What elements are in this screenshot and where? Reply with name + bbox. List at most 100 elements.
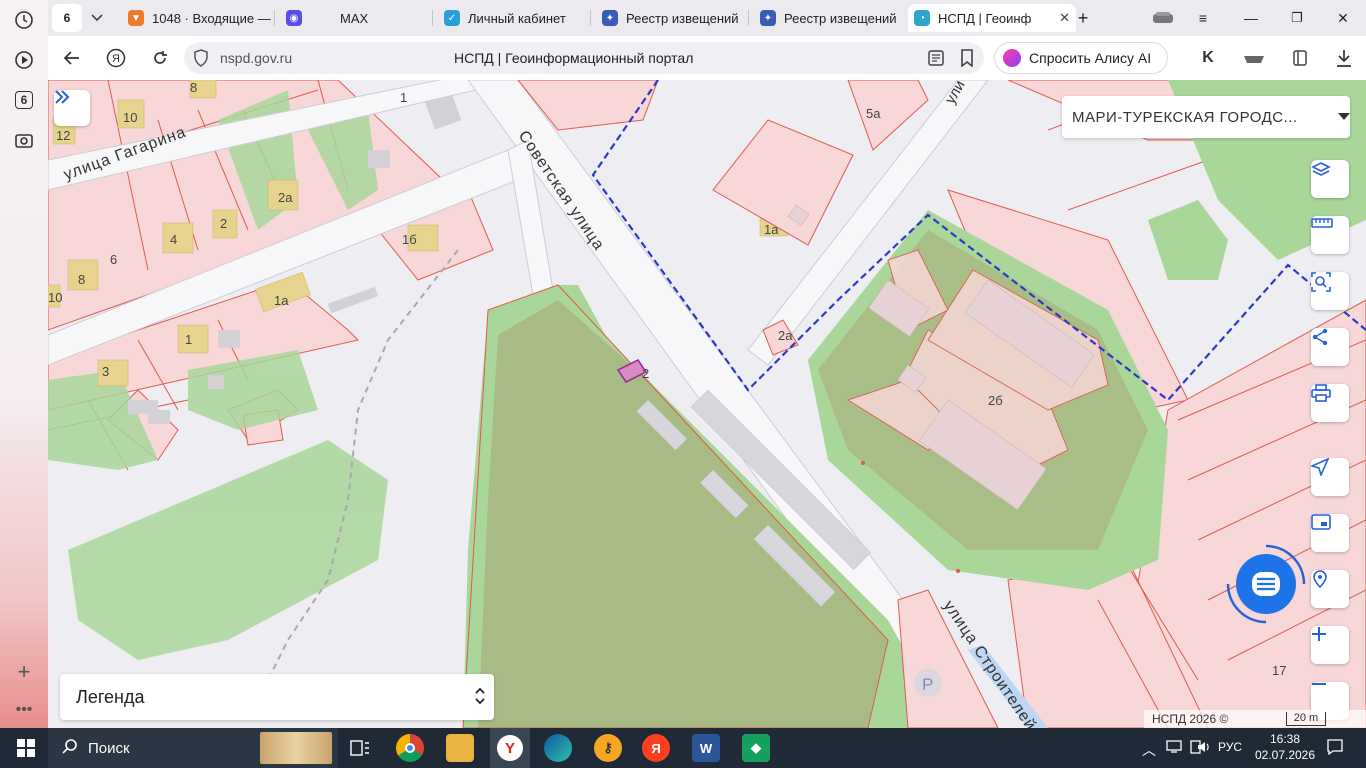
word-icon[interactable]: W bbox=[692, 734, 720, 762]
search-banner-image bbox=[260, 732, 332, 764]
reader-icon[interactable] bbox=[926, 48, 946, 73]
notifications-icon[interactable] bbox=[1326, 738, 1344, 761]
close-window-icon[interactable]: ✕ bbox=[1330, 4, 1356, 32]
network-icon[interactable] bbox=[1166, 738, 1182, 759]
ruler-button[interactable] bbox=[1311, 216, 1349, 254]
zoom-in-button[interactable] bbox=[1311, 626, 1349, 664]
legend-panel[interactable]: Легенда bbox=[60, 674, 494, 720]
map-canvas[interactable]: улица Гагарина Советская улица улица Стр… bbox=[48, 80, 1366, 728]
minimap-button[interactable] bbox=[1311, 514, 1349, 552]
extension-hat-icon[interactable] bbox=[1240, 44, 1268, 72]
windows-start-icon[interactable] bbox=[12, 734, 40, 762]
play-icon[interactable] bbox=[10, 46, 38, 74]
task-view-icon[interactable] bbox=[346, 734, 374, 762]
tab-group-count: 6 bbox=[63, 11, 71, 25]
tabs-counter-button[interactable]: 6 bbox=[10, 86, 38, 114]
area-search-button[interactable] bbox=[1311, 272, 1349, 310]
tab-label: 1048 · Входящие — bbox=[152, 10, 271, 26]
ask-alice-button[interactable]: Спросить Алису AI bbox=[994, 42, 1168, 74]
url-field[interactable]: nspd.gov.ru НСПД | Геоинформационный пор… bbox=[184, 42, 984, 74]
history-icon[interactable] bbox=[10, 6, 38, 34]
share-button[interactable] bbox=[1311, 328, 1349, 366]
extensions-icon[interactable] bbox=[1148, 4, 1178, 32]
expand-panel-button[interactable] bbox=[54, 90, 90, 126]
taskbar: Поиск Y ⚷ Я W ◆ ︿ РУС 16:38 02.07.2026 bbox=[0, 728, 1366, 768]
mail-favicon-icon: ▼ bbox=[128, 10, 144, 26]
more-icon[interactable]: ••• bbox=[10, 696, 38, 724]
tab-label: Реестр извещений bbox=[784, 10, 897, 26]
kinopoisk-icon[interactable]: K bbox=[1194, 44, 1222, 72]
reload-icon[interactable] bbox=[146, 44, 174, 72]
parcel-number: 2 bbox=[642, 366, 649, 381]
parcel-number: 2б bbox=[988, 393, 1003, 408]
map-view[interactable]: улица Гагарина Советская улица улица Стр… bbox=[48, 80, 1366, 728]
tab-list-chevron-icon[interactable] bbox=[84, 4, 110, 32]
parcel-number: 8 bbox=[190, 80, 197, 95]
parcel-number: 1а bbox=[274, 293, 289, 308]
tab-label: Реестр извещений bbox=[626, 10, 739, 26]
svg-text:Я: Я bbox=[112, 53, 120, 65]
search-location-button[interactable] bbox=[1311, 570, 1349, 608]
address-bar: Я nspd.gov.ru НСПД | Геоинформационный п… bbox=[48, 36, 1366, 80]
parcel-number: 6 bbox=[110, 252, 117, 267]
new-tab-button[interactable]: + bbox=[1070, 4, 1096, 32]
clock[interactable]: 16:38 02.07.2026 bbox=[1250, 731, 1320, 763]
tab-label: Личный кабинет bbox=[468, 10, 566, 26]
layers-button[interactable] bbox=[1311, 160, 1349, 198]
chat-button[interactable] bbox=[1224, 542, 1308, 626]
collections-icon[interactable] bbox=[1286, 44, 1314, 72]
file-explorer-icon[interactable] bbox=[446, 734, 474, 762]
add-icon[interactable]: + bbox=[10, 658, 38, 686]
page-title: НСПД | Геоинформационный портал bbox=[454, 50, 694, 66]
parcel-number: 1 bbox=[185, 332, 192, 347]
registry-favicon-icon: ✦ bbox=[602, 10, 618, 26]
vpn-icon[interactable]: ⚷ bbox=[594, 734, 622, 762]
alice-icon bbox=[1003, 49, 1021, 67]
restore-icon[interactable]: ❐ bbox=[1284, 4, 1310, 32]
yandex-icon[interactable]: Я bbox=[102, 44, 130, 72]
print-button[interactable] bbox=[1311, 384, 1349, 422]
bookmark-icon[interactable] bbox=[960, 49, 974, 72]
parcel-number: 4 bbox=[170, 232, 177, 247]
tab-registry-2[interactable]: ✦ Реестр извещений bbox=[754, 4, 904, 32]
region-select[interactable]: МАРИ-ТУРЕКСКАЯ ГОРОДС... bbox=[1062, 96, 1350, 138]
screenshot-icon[interactable] bbox=[10, 126, 38, 154]
parking-label: P bbox=[922, 675, 933, 694]
app-icon[interactable]: ◆ bbox=[742, 734, 770, 762]
parcel-number: 17 bbox=[1272, 663, 1286, 678]
minimize-icon[interactable]: — bbox=[1238, 4, 1264, 32]
taskbar-search[interactable]: Поиск bbox=[48, 728, 338, 768]
parcel-number: 2а bbox=[778, 328, 793, 343]
registry-favicon-icon: ✦ bbox=[760, 10, 776, 26]
tab-cabinet[interactable]: ✓ Личный кабинет bbox=[438, 4, 588, 32]
clock-date: 02.07.2026 bbox=[1254, 748, 1316, 762]
tab-group-counter[interactable]: 6 bbox=[52, 4, 82, 32]
region-select-value: МАРИ-ТУРЕКСКАЯ ГОРОДС... bbox=[1072, 108, 1298, 126]
scale-label: 20 m bbox=[1293, 712, 1319, 724]
url-text: nspd.gov.ru bbox=[220, 50, 293, 66]
language-indicator[interactable]: РУС bbox=[1218, 740, 1242, 754]
download-icon[interactable] bbox=[1330, 44, 1358, 72]
parking-marker: P bbox=[914, 669, 942, 697]
scale-bar: 20 m bbox=[1286, 712, 1326, 726]
tab-registry-1[interactable]: ✦ Реестр извещений bbox=[596, 4, 746, 32]
browser-sidebar: 6 + ••• bbox=[0, 0, 48, 728]
tray-chevron-icon[interactable]: ︿ bbox=[1142, 740, 1156, 760]
yandex-icon[interactable]: Я bbox=[642, 734, 670, 762]
edge-icon[interactable] bbox=[544, 734, 572, 762]
chrome-icon[interactable] bbox=[396, 734, 424, 762]
parcel-number: 12 bbox=[56, 128, 70, 143]
alice-label: Спросить Алису AI bbox=[1029, 50, 1152, 66]
parcel-number: 8 bbox=[78, 272, 85, 287]
back-arrow-icon[interactable] bbox=[58, 44, 86, 72]
tab-mail[interactable]: ▼ 1048 · Входящие — bbox=[122, 4, 272, 32]
close-tab-icon[interactable]: ✕ bbox=[1059, 10, 1070, 26]
attribution: НСПД 2026 © 20 m bbox=[1144, 710, 1366, 728]
tab-nspd[interactable]: ◔ НСПД | Геоинф ✕ bbox=[908, 4, 1076, 32]
menu-icon[interactable]: ≡ bbox=[1190, 4, 1216, 32]
geolocation-button[interactable] bbox=[1311, 458, 1349, 496]
yandex-browser-taskbar-button[interactable]: Y bbox=[490, 728, 530, 768]
volume-icon[interactable] bbox=[1196, 739, 1212, 760]
tab-max[interactable]: ◉ MAX bbox=[280, 4, 420, 32]
tab-label: MAX bbox=[340, 10, 369, 26]
